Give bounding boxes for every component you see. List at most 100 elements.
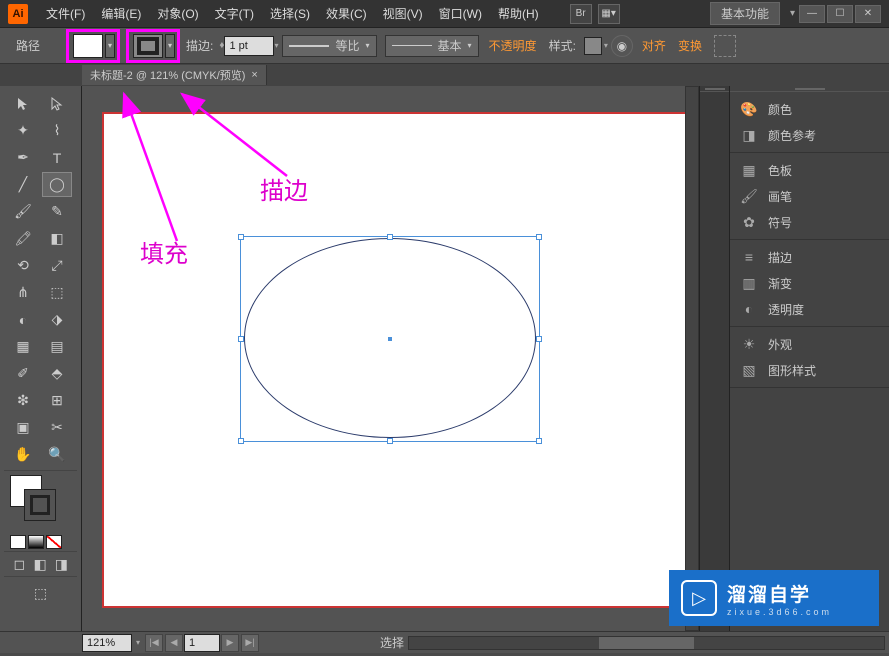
- stroke-profile-dropdown[interactable]: 等比 ▾: [282, 35, 376, 57]
- none-mode-btn[interactable]: [46, 535, 62, 549]
- panel-graphic-styles[interactable]: ▧ 图形样式: [730, 357, 889, 383]
- blob-brush-tool[interactable]: 🖍: [8, 226, 38, 251]
- vertical-scrollbar[interactable]: [685, 86, 699, 631]
- panel-symbols[interactable]: ✿ 符号: [730, 209, 889, 235]
- menu-effect[interactable]: 效果(C): [318, 5, 375, 22]
- width-tool[interactable]: ⋔: [8, 280, 38, 305]
- inside-draw-mode[interactable]: ◨: [54, 555, 69, 573]
- screen-mode-button[interactable]: ⬚: [26, 581, 56, 606]
- maximize-button[interactable]: ☐: [827, 5, 853, 23]
- mesh-tool[interactable]: ▦: [8, 334, 38, 359]
- free-transform-tool[interactable]: ⬚: [42, 280, 72, 305]
- line-tool[interactable]: ╱: [8, 172, 38, 197]
- close-button[interactable]: ✕: [855, 5, 881, 23]
- scrollbar-thumb[interactable]: [599, 637, 694, 649]
- prev-artboard-btn[interactable]: ◀: [165, 634, 183, 652]
- brush-dropdown[interactable]: 基本 ▾: [385, 35, 479, 57]
- first-artboard-btn[interactable]: |◀: [145, 634, 163, 652]
- paintbrush-tool[interactable]: 🖌: [8, 199, 38, 224]
- color-mode-btn[interactable]: [10, 535, 26, 549]
- chevron-down-icon[interactable]: ▾: [274, 41, 278, 50]
- last-artboard-btn[interactable]: ▶|: [241, 634, 259, 652]
- perspective-tool[interactable]: ⬗: [42, 307, 72, 332]
- handle-mr[interactable]: [536, 336, 542, 342]
- menu-help[interactable]: 帮助(H): [490, 5, 547, 22]
- handle-tl[interactable]: [238, 234, 244, 240]
- eraser-tool[interactable]: ◧: [42, 226, 72, 251]
- handle-br[interactable]: [536, 438, 542, 444]
- gradient-tool[interactable]: ▤: [42, 334, 72, 359]
- panel-gradient[interactable]: ▥ 渐变: [730, 270, 889, 296]
- next-artboard-btn[interactable]: ▶: [221, 634, 239, 652]
- handle-tr[interactable]: [536, 234, 542, 240]
- opacity-label[interactable]: 不透明度: [489, 37, 537, 54]
- pencil-tool[interactable]: ✎: [42, 199, 72, 224]
- menu-file[interactable]: 文件(F): [38, 5, 93, 22]
- transform-label[interactable]: 变换: [678, 37, 702, 54]
- artboard-input[interactable]: [184, 634, 220, 652]
- panel-stroke[interactable]: ≡ 描边: [730, 244, 889, 270]
- hand-tool[interactable]: ✋: [8, 442, 38, 467]
- menu-edit[interactable]: 编辑(E): [93, 5, 149, 22]
- stroke-color-swatch[interactable]: [24, 489, 56, 521]
- panel-swatches[interactable]: ▦ 色板: [730, 157, 889, 183]
- menu-type[interactable]: 文字(T): [207, 5, 262, 22]
- minimize-button[interactable]: —: [799, 5, 825, 23]
- stroke-dropdown[interactable]: ▾: [165, 34, 175, 58]
- handle-tc[interactable]: [387, 234, 393, 240]
- gradient-mode-btn[interactable]: [28, 535, 44, 549]
- isolate-button[interactable]: [714, 35, 736, 57]
- magic-wand-tool[interactable]: ✦: [8, 118, 38, 143]
- pen-tool[interactable]: ✒: [8, 145, 38, 170]
- normal-draw-mode[interactable]: ◻: [12, 555, 27, 573]
- ellipse-tool[interactable]: ◯: [42, 172, 72, 197]
- canvas-area[interactable]: 填充 描边: [82, 86, 699, 631]
- behind-draw-mode[interactable]: ◧: [33, 555, 48, 573]
- align-label[interactable]: 对齐: [642, 37, 666, 54]
- stroke-weight-input[interactable]: [224, 36, 274, 56]
- workspace-switcher[interactable]: 基本功能: [710, 2, 780, 25]
- type-tool[interactable]: T: [42, 145, 72, 170]
- fill-stroke-indicator[interactable]: [10, 475, 71, 531]
- menu-object[interactable]: 对象(O): [149, 5, 206, 22]
- symbol-sprayer-tool[interactable]: ❇: [8, 388, 38, 413]
- panel-transparency[interactable]: ◐ 透明度: [730, 296, 889, 322]
- fill-highlight: ▾: [66, 29, 120, 63]
- horizontal-scrollbar[interactable]: [408, 636, 885, 650]
- handle-bl[interactable]: [238, 438, 244, 444]
- document-tab[interactable]: 未标题-2 @ 121% (CMYK/预览) ×: [82, 65, 267, 85]
- recolor-button[interactable]: ◉: [611, 35, 633, 57]
- menu-view[interactable]: 视图(V): [375, 5, 431, 22]
- tab-close-icon[interactable]: ×: [251, 69, 257, 81]
- eyedropper-tool[interactable]: ✐: [8, 361, 38, 386]
- fill-dropdown[interactable]: ▾: [105, 34, 115, 58]
- stroke-swatch-opt[interactable]: [133, 34, 163, 58]
- handle-bc[interactable]: [387, 438, 393, 444]
- bridge-icon[interactable]: Br: [570, 4, 592, 24]
- fill-swatch[interactable]: [73, 34, 103, 58]
- blend-tool[interactable]: ⬘: [42, 361, 72, 386]
- panel-brushes[interactable]: 🖌 画笔: [730, 183, 889, 209]
- chevron-down-icon[interactable]: ▾: [136, 638, 140, 647]
- chevron-down-icon[interactable]: ▾: [604, 41, 608, 50]
- menu-window[interactable]: 窗口(W): [431, 5, 490, 22]
- graph-tool[interactable]: ⊞: [42, 388, 72, 413]
- direct-selection-tool[interactable]: [42, 91, 72, 116]
- panel-color-guide[interactable]: ◨ 颜色参考: [730, 122, 889, 148]
- zoom-tool[interactable]: 🔍: [42, 442, 72, 467]
- panel-appearance[interactable]: ☀ 外观: [730, 331, 889, 357]
- artboard-tool[interactable]: ▣: [8, 415, 38, 440]
- rotate-tool[interactable]: ⟲: [8, 253, 38, 278]
- zoom-input[interactable]: [82, 634, 132, 652]
- handle-ml[interactable]: [238, 336, 244, 342]
- shape-builder-tool[interactable]: ◐: [8, 307, 38, 332]
- lasso-tool[interactable]: ⌇: [42, 118, 72, 143]
- menu-select[interactable]: 选择(S): [262, 5, 318, 22]
- panel-color[interactable]: 🎨 颜色: [730, 96, 889, 122]
- selection-tool[interactable]: [8, 91, 38, 116]
- scale-tool[interactable]: ⤢: [42, 253, 72, 278]
- arrange-icon[interactable]: ▦▾: [598, 4, 620, 24]
- style-swatch[interactable]: [584, 37, 602, 55]
- selection-bounding-box: [240, 236, 540, 442]
- slice-tool[interactable]: ✂: [42, 415, 72, 440]
